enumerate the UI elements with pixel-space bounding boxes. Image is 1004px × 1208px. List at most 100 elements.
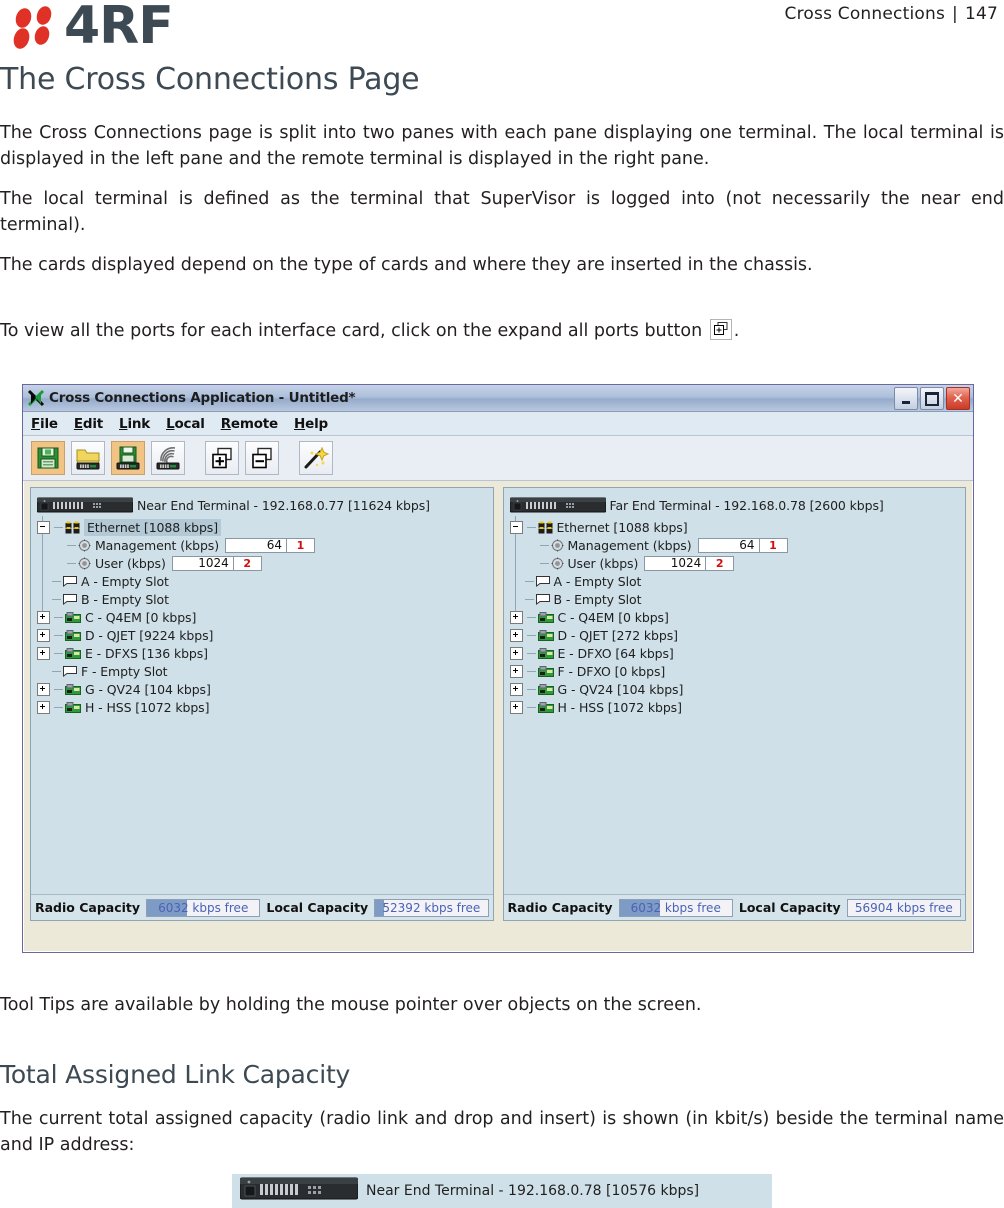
remote-user-label: User (kbps) <box>567 555 639 571</box>
menu-item-local[interactable]: Local <box>166 416 205 432</box>
remote-slot-row[interactable]: G - QV24 [104 kbps] <box>509 680 966 698</box>
logo-wordmark: 4RF <box>64 0 174 56</box>
magic-wand-icon[interactable] <box>299 441 333 475</box>
remote-slot-row[interactable]: E - DFXO [64 kbps] <box>509 644 966 662</box>
expand-toggle-icon[interactable] <box>37 646 50 660</box>
port-icon <box>551 557 564 570</box>
expand-toggle-icon[interactable] <box>509 646 523 660</box>
paragraph-2: The local terminal is defined as the ter… <box>0 189 1004 235</box>
local-slot-label: F - Empty Slot <box>81 663 168 679</box>
page-header: 4RF Cross Connections | 147 <box>0 0 1004 56</box>
save-terminal-icon[interactable] <box>111 441 145 475</box>
local-slot-row[interactable]: G - QV24 [104 kbps] <box>37 680 493 698</box>
local-management-value[interactable]: 64 <box>225 537 287 553</box>
collapse-toggle-icon[interactable] <box>37 520 50 534</box>
local-status-bar: Radio Capacity 6032 kbps free Local Capa… <box>31 894 493 920</box>
figure-terminal-capacity: Near End Terminal - 192.168.0.78 [10576 … <box>232 1174 772 1208</box>
interface-card-icon <box>537 665 554 677</box>
port-icon <box>78 539 91 552</box>
paragraph-6: The current total assigned capacity (rad… <box>0 1109 1004 1155</box>
radio-link-icon[interactable] <box>151 441 185 475</box>
remote-terminal-row[interactable]: Far End Terminal - 192.168.0.78 [2600 kb… <box>509 494 966 516</box>
expand-toggle-icon[interactable] <box>37 610 50 624</box>
remote-ethernet-row[interactable]: Ethernet [1088 kbps] <box>509 518 966 536</box>
minimize-button[interactable] <box>894 387 918 410</box>
local-terminal-label: Near End Terminal - 192.168.0.77 [11624 … <box>137 497 430 513</box>
expand-toggle-icon[interactable] <box>509 682 523 696</box>
local-slot-row[interactable]: B - Empty Slot <box>37 590 493 608</box>
ethernet-icon <box>538 521 553 534</box>
local-ethernet-row[interactable]: Ethernet [1088 kbps] <box>37 518 493 536</box>
empty-slot-icon <box>63 575 77 587</box>
local-pane: Near End Terminal - 192.168.0.77 [11624 … <box>30 487 494 921</box>
remote-slot-row[interactable]: A - Empty Slot <box>510 572 966 590</box>
expand-toggle-icon[interactable] <box>509 628 523 642</box>
local-slot-row[interactable]: A - Empty Slot <box>37 572 493 590</box>
remote-management-tag: 1 <box>759 537 788 553</box>
local-slot-row[interactable]: H - HSS [1072 kbps] <box>37 698 493 716</box>
interface-card-icon <box>65 683 81 695</box>
local-terminal-row[interactable]: Near End Terminal - 192.168.0.77 [11624 … <box>37 494 493 516</box>
expand-toggle-icon[interactable] <box>509 610 523 624</box>
local-radio-capacity-bar: 6032 kbps free <box>146 898 261 917</box>
remote-radio-capacity-label: Radio Capacity <box>507 900 613 915</box>
close-button[interactable]: ✕ <box>946 387 970 410</box>
local-slot-row[interactable]: D - QJET [9224 kbps] <box>37 626 493 644</box>
window-title: Cross Connections Application - Untitled… <box>49 390 356 406</box>
terminal-device-icon <box>509 497 606 514</box>
expand-toggle-icon[interactable] <box>509 664 523 678</box>
remote-management-label: Management (kbps) <box>567 537 692 553</box>
remote-slot-row[interactable]: D - QJET [272 kbps] <box>509 626 966 644</box>
collapse-toggle-icon[interactable] <box>509 520 523 534</box>
remote-radio-capacity-value: 6032 kbps free <box>630 900 721 915</box>
remote-management-row[interactable]: Management (kbps) 64 1 <box>510 536 966 554</box>
remote-tree: Far End Terminal - 192.168.0.78 [2600 kb… <box>504 488 966 894</box>
local-radio-capacity-value: 6032 kbps free <box>158 900 249 915</box>
interface-card-icon <box>537 683 554 695</box>
local-user-value[interactable]: 1024 <box>171 555 234 571</box>
collapse-all-icon[interactable] <box>245 441 279 475</box>
paragraph-4: To view all the ports for each interface… <box>0 318 1004 344</box>
menu-item-remote[interactable]: Remote <box>221 416 279 432</box>
local-slot-label: H - HSS [1072 kbps] <box>85 699 210 715</box>
local-slot-row[interactable]: C - Q4EM [0 kbps] <box>37 608 493 626</box>
remote-slot-row[interactable]: H - HSS [1072 kbps] <box>509 698 966 716</box>
local-tree: Near End Terminal - 192.168.0.77 [11624 … <box>31 488 493 894</box>
remote-slot-label: C - Q4EM [0 kbps] <box>557 609 669 625</box>
expand-toggle-icon[interactable] <box>37 682 50 696</box>
paragraph-4-text: To view all the ports for each interface… <box>0 321 703 341</box>
remote-management-value[interactable]: 64 <box>697 537 760 553</box>
expand-toggle-icon[interactable] <box>37 628 50 642</box>
open-terminal-icon[interactable] <box>71 441 105 475</box>
expand-toggle-icon[interactable] <box>509 700 523 714</box>
port-icon <box>78 557 91 570</box>
expand-toggle-icon[interactable] <box>37 700 50 714</box>
maximize-button[interactable] <box>920 387 944 410</box>
interface-card-icon <box>537 701 554 713</box>
save-icon[interactable] <box>31 441 65 475</box>
menu-item-help[interactable]: Help <box>294 416 328 432</box>
header-separator: | <box>952 4 958 24</box>
remote-radio-capacity-bar: 6032 kbps free <box>618 898 733 917</box>
interface-card-icon <box>65 611 81 623</box>
remote-slot-label: G - QV24 [104 kbps] <box>557 681 684 697</box>
remote-slot-row[interactable]: B - Empty Slot <box>510 590 966 608</box>
local-user-row[interactable]: User (kbps) 1024 2 <box>37 554 493 572</box>
empty-slot-icon <box>63 665 77 677</box>
local-management-tag: 1 <box>287 537 315 553</box>
remote-user-value[interactable]: 1024 <box>644 555 707 571</box>
figure-terminal-label: Near End Terminal - 192.168.0.78 [10576 … <box>366 1183 700 1199</box>
remote-slot-row[interactable]: C - Q4EM [0 kbps] <box>509 608 966 626</box>
expand-all-icon[interactable] <box>205 441 239 475</box>
local-management-row[interactable]: Management (kbps) 64 1 <box>37 536 493 554</box>
remote-slot-row[interactable]: F - DFXO [0 kbps] <box>509 662 966 680</box>
remote-local-capacity-label: Local Capacity <box>738 900 841 915</box>
remote-status-bar: Radio Capacity 6032 kbps free Local Capa… <box>503 894 965 920</box>
menu-item-file[interactable]: File <box>31 416 58 432</box>
local-slot-row[interactable]: E - DFXS [136 kbps] <box>37 644 493 662</box>
menu-item-link[interactable]: Link <box>119 416 150 432</box>
local-slot-row[interactable]: F - Empty Slot <box>37 662 493 680</box>
menu-item-edit[interactable]: Edit <box>74 416 103 432</box>
remote-user-row[interactable]: User (kbps) 1024 2 <box>510 554 966 572</box>
remote-slot-label: F - DFXO [0 kbps] <box>557 663 666 679</box>
